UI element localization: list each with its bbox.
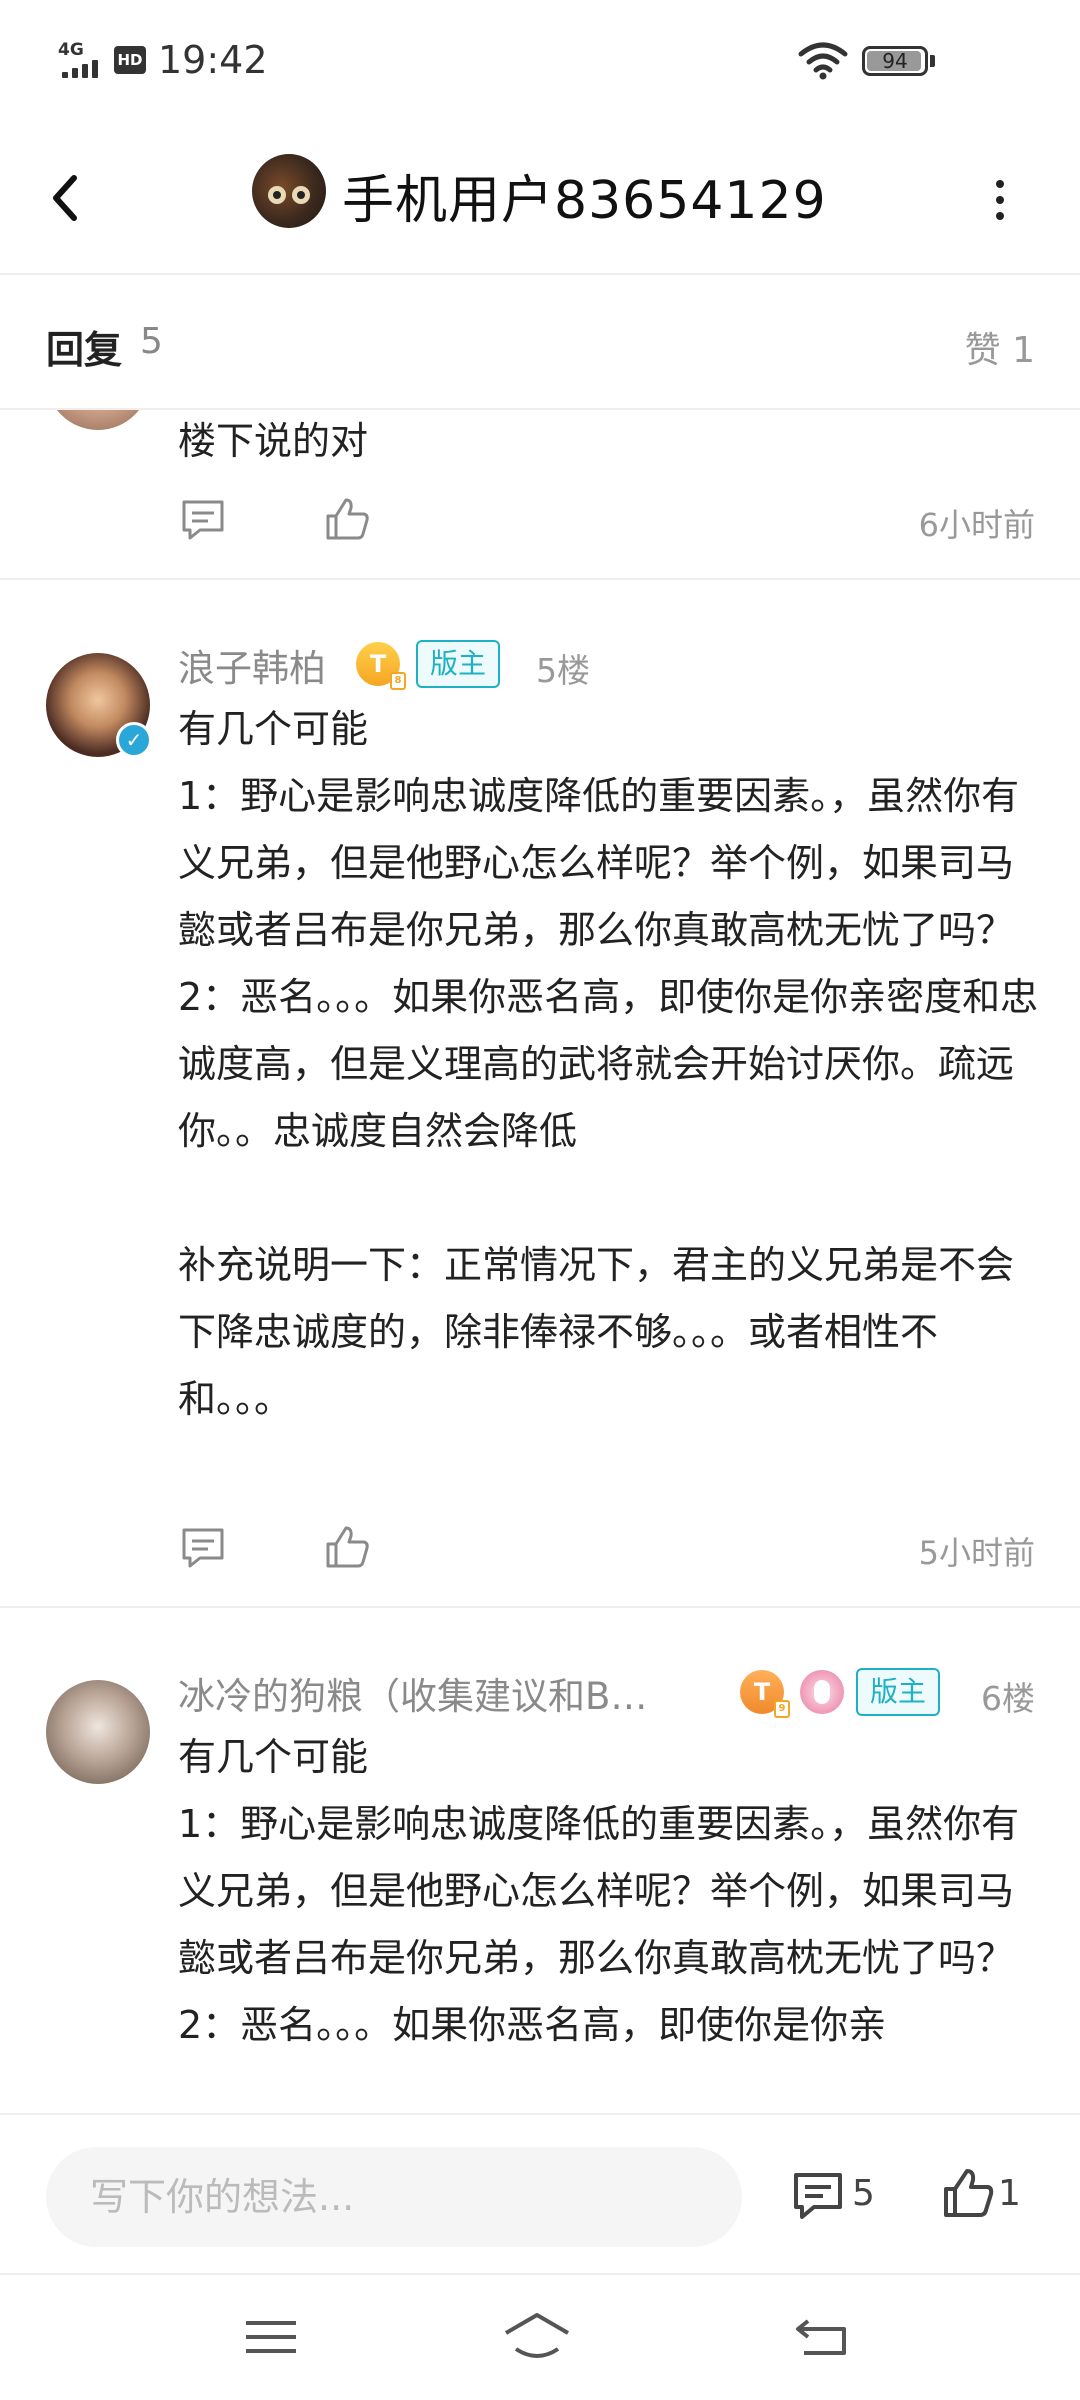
username[interactable]: 冰冷的狗粮（收集建议和B… [178, 1666, 647, 1720]
username[interactable]: 浪子韩柏 [178, 638, 326, 692]
header-avatar[interactable] [252, 154, 326, 228]
like-icon[interactable] [322, 1522, 372, 1572]
comment-icon[interactable] [790, 2167, 846, 2223]
battery-icon: 94 [862, 46, 928, 76]
header-divider [0, 273, 1080, 275]
post-divider [0, 1606, 1080, 1608]
wifi-icon [798, 42, 848, 80]
hd-icon: HD [114, 46, 146, 74]
comment-input-box[interactable] [46, 2147, 742, 2247]
like-summary[interactable]: 赞 1 [965, 321, 1035, 373]
comment-icon[interactable] [178, 1522, 228, 1572]
header: 手机用户83654129 [0, 130, 1080, 265]
comment-count: 5 [852, 2173, 875, 2214]
floor-number: 5楼 [536, 651, 590, 690]
reply-count: 5 [140, 321, 163, 362]
back-nav-icon[interactable] [788, 2307, 858, 2367]
page-title: 手机用户83654129 [342, 171, 827, 231]
back-button[interactable] [30, 158, 110, 238]
avatar[interactable] [46, 410, 150, 430]
avatar[interactable] [46, 1680, 150, 1784]
cellular-signal-icon: 4G [58, 40, 104, 78]
moderator-tag: 版主 [856, 1668, 941, 1716]
post-time: 5小时前 [918, 1534, 1035, 1572]
post-content: 有几个可能 1：野心是影响忠诚度降低的重要因素。，虽然你有义兄弟，但是他野心怎么… [178, 707, 1039, 1421]
level-badge: T8 [356, 642, 406, 690]
comment-bar: 5 1 [0, 2113, 1080, 2273]
verified-icon: ✓ [116, 722, 152, 758]
status-time: 19:42 [158, 38, 268, 82]
post-content: 有几个可能 1：野心是影响忠诚度降低的重要因素。，虽然你有义兄弟，但是他野心怎么… [178, 1735, 1020, 2047]
post-content: 楼下说的对 [178, 419, 369, 463]
like-icon[interactable] [940, 2165, 996, 2221]
fan-badge-icon [800, 1670, 844, 1714]
like-icon[interactable] [322, 494, 372, 544]
reply-feed[interactable]: 楼下说的对 6小时前 ✓ 浪子韩柏 T8 版主 5楼 有几个可能 1：野心是影响… [0, 410, 1080, 2113]
comment-icon[interactable] [178, 494, 228, 544]
level-badge: T9 [740, 1670, 790, 1718]
menu-icon[interactable] [236, 2307, 306, 2367]
reply-bar: 回复 5 赞 1 [0, 277, 1080, 407]
home-icon[interactable] [502, 2307, 572, 2367]
moderator-tag: 版主 [416, 640, 501, 688]
like-count: 1 [998, 2173, 1021, 2214]
system-nav-bar [0, 2273, 1080, 2400]
status-bar: 4G HD 19:42 94 [0, 0, 1080, 120]
comment-input[interactable] [90, 2147, 710, 2247]
reply-label: 回复 [46, 328, 123, 372]
post-divider [0, 578, 1080, 580]
post-time: 6小时前 [918, 506, 1035, 544]
network-type: 4G [58, 40, 84, 60]
more-menu-button[interactable] [980, 160, 1020, 240]
battery-level: 94 [882, 49, 908, 73]
floor-number: 6楼 [981, 1679, 1035, 1718]
